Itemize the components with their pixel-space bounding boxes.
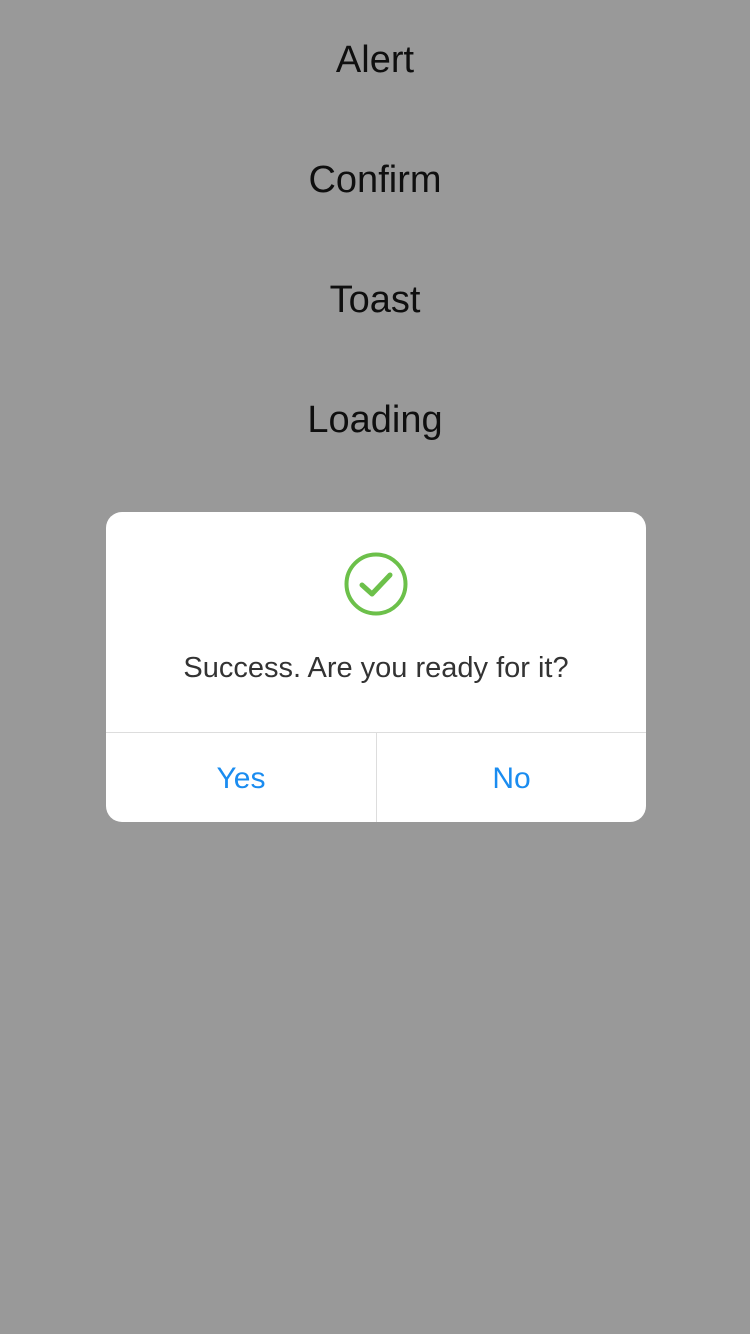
yes-button[interactable]: Yes: [106, 733, 376, 822]
dialog-message: Success. Are you ready for it?: [183, 652, 569, 684]
no-button[interactable]: No: [377, 733, 646, 822]
confirm-dialog: Success. Are you ready for it? Yes No: [106, 512, 646, 822]
success-check-circle-icon: [344, 552, 408, 616]
app-screen: Alert Confirm Toast Loading Success. Are…: [0, 0, 750, 1334]
dialog-actions: Yes No: [106, 733, 646, 822]
